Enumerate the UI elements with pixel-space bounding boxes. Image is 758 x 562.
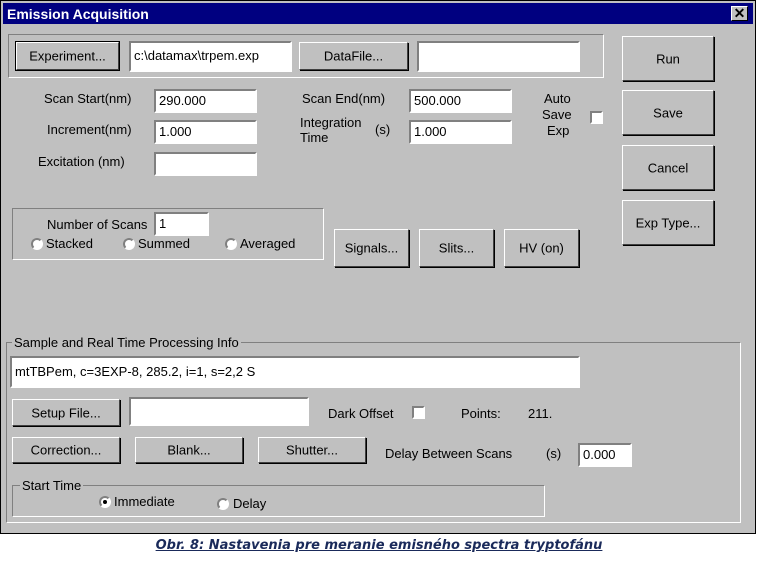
delay-unit-label: (s): [546, 446, 562, 461]
hv-button[interactable]: HV (on): [504, 229, 579, 267]
increment-label: Increment(nm): [47, 122, 132, 137]
save-button[interactable]: Save: [622, 90, 714, 135]
setup-file-button[interactable]: Setup File...: [12, 399, 120, 426]
correction-button[interactable]: Correction...: [12, 437, 120, 463]
emission-acquisition-dialog: Emission Acquisition ✕ Experiment... c:\…: [0, 0, 756, 534]
experiment-path-field[interactable]: c:\datamax\trpem.exp: [129, 41, 292, 72]
number-of-scans-field[interactable]: 1: [154, 212, 209, 236]
stacked-radio[interactable]: [31, 238, 43, 250]
stacked-label: Stacked: [46, 236, 93, 251]
title-bar[interactable]: Emission Acquisition ✕: [3, 3, 753, 24]
experiment-button[interactable]: Experiment...: [15, 41, 120, 71]
exp-type-button[interactable]: Exp Type...: [622, 200, 714, 245]
shutter-button[interactable]: Shutter...: [258, 437, 366, 463]
sample-group-label: Sample and Real Time Processing Info: [12, 335, 241, 350]
start-time-group: [12, 485, 545, 517]
averaged-label: Averaged: [240, 236, 296, 251]
scan-end-label: Scan End(nm): [302, 91, 386, 106]
dark-offset-checkbox[interactable]: [412, 406, 425, 419]
start-time-label: Start Time: [20, 478, 84, 493]
summed-radio[interactable]: [123, 238, 135, 250]
selected-dot-icon: [103, 500, 107, 504]
integration-time-label: Integration: [300, 115, 362, 130]
integration-time-field[interactable]: 1.000: [409, 120, 512, 144]
integration-time-label-2: Time: [300, 130, 329, 145]
immediate-label: Immediate: [114, 494, 175, 509]
immediate-radio[interactable]: [99, 496, 111, 508]
delay-radio[interactable]: [217, 498, 229, 510]
delay-between-scans-field[interactable]: 0.000: [578, 443, 632, 467]
setup-file-field[interactable]: [129, 397, 309, 426]
dark-offset-label: Dark Offset: [328, 406, 394, 421]
scan-start-field[interactable]: 290.000: [154, 89, 257, 113]
excitation-label: Excitation (nm): [38, 154, 125, 169]
points-label: Points:: [461, 406, 501, 421]
signals-button[interactable]: Signals...: [334, 229, 409, 267]
cancel-button[interactable]: Cancel: [622, 145, 714, 190]
blank-button[interactable]: Blank...: [135, 437, 243, 463]
excitation-field[interactable]: [154, 152, 257, 176]
delay-label: Delay: [233, 496, 267, 511]
increment-field[interactable]: 1.000: [154, 120, 257, 144]
number-of-scans-label: Number of Scans: [47, 217, 148, 232]
delay-between-scans-label: Delay Between Scans: [385, 446, 513, 461]
scan-start-label: Scan Start(nm): [44, 91, 132, 106]
slits-button[interactable]: Slits...: [419, 229, 494, 267]
integration-unit-label: (s): [375, 122, 391, 137]
sample-info-field[interactable]: mtTBPem, c=3EXP-8, 285.2, i=1, s=2,2 S: [10, 356, 580, 388]
window-title: Emission Acquisition: [7, 6, 149, 22]
auto-save-exp-checkbox[interactable]: [590, 111, 603, 124]
auto-save-exp-label: Auto: [544, 91, 571, 106]
run-button[interactable]: Run: [622, 36, 714, 81]
summed-label: Summed: [138, 236, 191, 251]
scan-end-field[interactable]: 500.000: [409, 89, 512, 113]
figure-caption: Obr. 8: Nastavenia pre meranie emisného …: [155, 538, 603, 553]
auto-save-exp-label-3: Exp: [547, 123, 570, 138]
averaged-radio[interactable]: [225, 238, 237, 250]
points-value: 211.: [528, 406, 553, 421]
datafile-button[interactable]: DataFile...: [299, 42, 408, 70]
datafile-field[interactable]: [417, 41, 580, 72]
close-icon[interactable]: ✕: [731, 6, 748, 21]
auto-save-exp-label-2: Save: [542, 107, 572, 122]
